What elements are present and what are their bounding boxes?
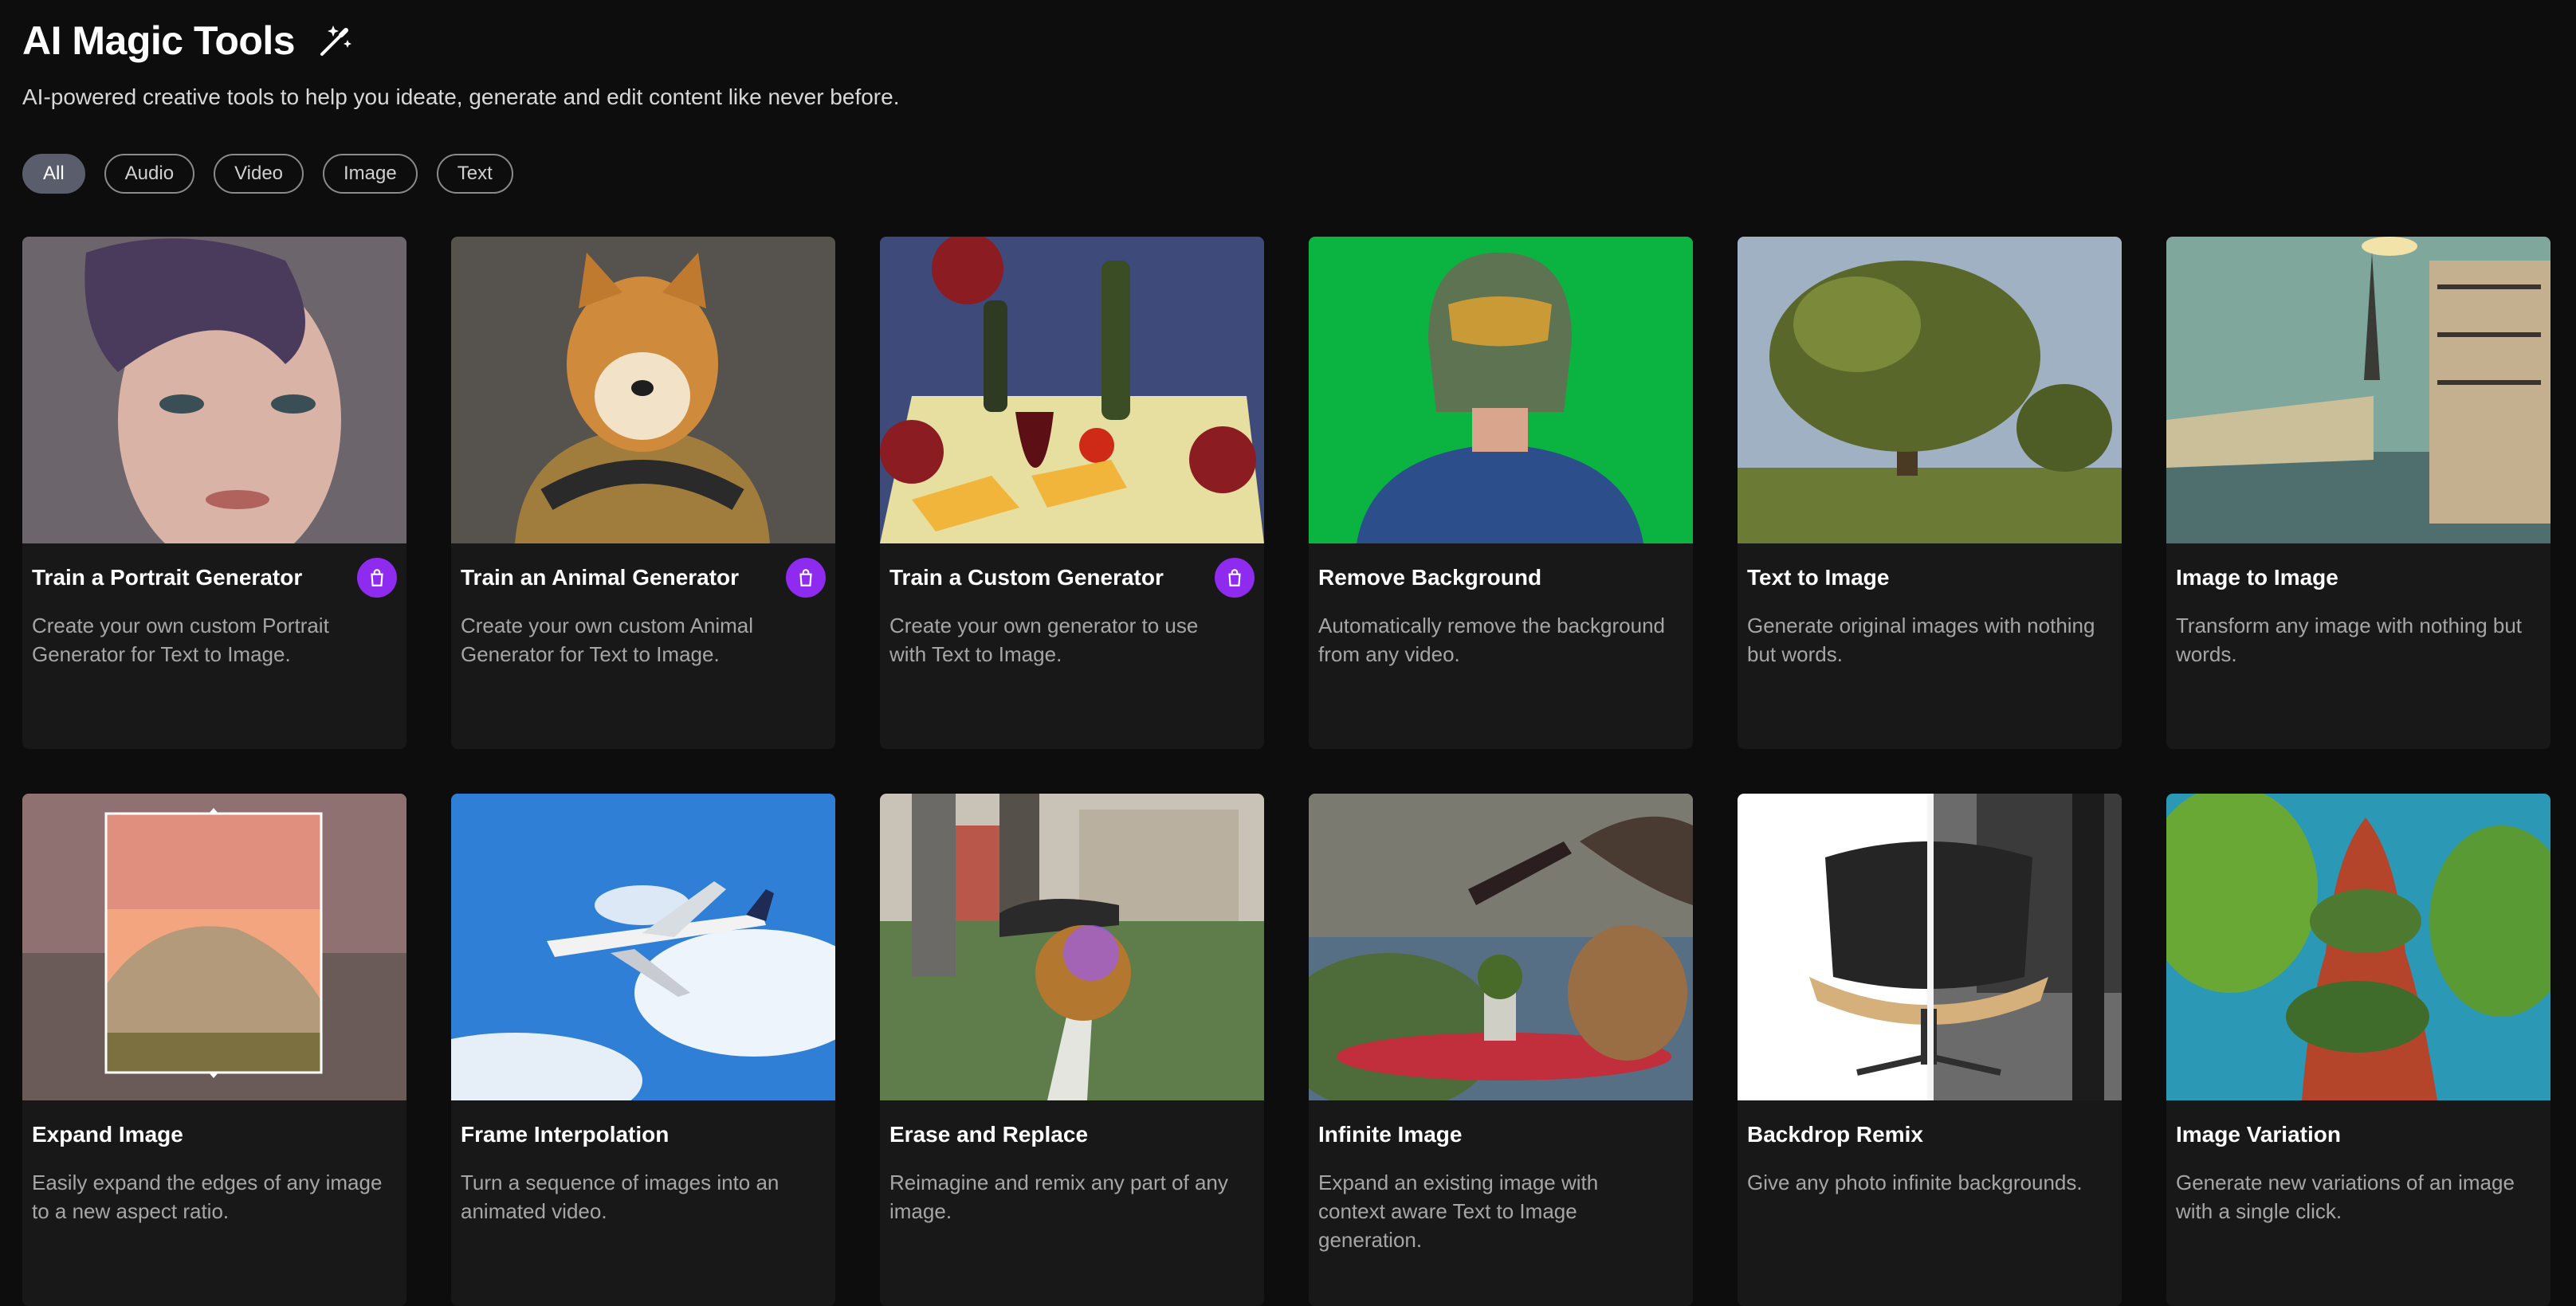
- filter-all[interactable]: All: [22, 154, 85, 194]
- filter-text[interactable]: Text: [436, 154, 513, 194]
- tool-title: Remove Background: [1318, 565, 1542, 590]
- tool-title: Image to Image: [2176, 565, 2338, 590]
- tool-description: Create your own custom Portrait Generato…: [32, 614, 329, 666]
- tool-thumbnail: [1738, 237, 2122, 543]
- tool-card-expand-image[interactable]: Expand Image Easily expand the edges of …: [22, 794, 406, 1306]
- tool-title: Image Variation: [2176, 1122, 2341, 1147]
- tool-card-animal-generator[interactable]: Train an Animal Generator Create your ow…: [451, 237, 835, 749]
- tool-thumbnail: [1309, 794, 1693, 1100]
- tool-description: Generate original images with nothing bu…: [1747, 614, 2095, 666]
- tool-title: Text to Image: [1747, 565, 1890, 590]
- page-subtitle: AI-powered creative tools to help you id…: [22, 84, 900, 109]
- page-title: AI Magic Tools: [22, 18, 296, 63]
- tool-card-erase-and-replace[interactable]: Erase and Replace Reimagine and remix an…: [880, 794, 1264, 1306]
- tool-card-custom-generator[interactable]: Train a Custom Generator Create your own…: [880, 237, 1264, 749]
- filter-bar: All Audio Video Image Text: [22, 154, 513, 194]
- shopping-bag-icon: [1215, 558, 1255, 598]
- tool-description: Reimagine and remix any part of any imag…: [889, 1171, 1228, 1223]
- tool-description: Transform any image with nothing but wor…: [2176, 614, 2523, 666]
- tool-thumbnail: [22, 237, 406, 543]
- tool-description: Automatically remove the background from…: [1318, 614, 1666, 666]
- filter-image[interactable]: Image: [323, 154, 418, 194]
- tool-thumbnail: [880, 237, 1264, 543]
- tool-title: Train an Animal Generator: [461, 565, 740, 590]
- tool-thumbnail: [2166, 237, 2550, 543]
- tool-thumbnail: [1309, 237, 1693, 543]
- tool-card-image-to-image[interactable]: Image to Image Transform any image with …: [2166, 237, 2550, 749]
- tool-card-infinite-image[interactable]: Infinite Image Expand an existing image …: [1309, 794, 1693, 1306]
- tool-description: Easily expand the edges of any image to …: [32, 1171, 383, 1223]
- tool-title: Frame Interpolation: [461, 1122, 670, 1147]
- tool-card-frame-interpolation[interactable]: Frame Interpolation Turn a sequence of i…: [451, 794, 835, 1306]
- tool-card-image-variation[interactable]: Image Variation Generate new variations …: [2166, 794, 2550, 1306]
- tool-card-backdrop-remix[interactable]: Backdrop Remix Give any photo infinite b…: [1738, 794, 2122, 1306]
- tool-thumbnail: [1738, 794, 2122, 1100]
- tool-description: Create your own generator to use with Te…: [889, 614, 1199, 666]
- tool-card-text-to-image[interactable]: Text to Image Generate original images w…: [1738, 237, 2122, 749]
- tool-card-portrait-generator[interactable]: Train a Portrait Generator Create your o…: [22, 237, 406, 749]
- filter-video[interactable]: Video: [214, 154, 304, 194]
- tool-thumbnail: [451, 794, 835, 1100]
- tool-title: Infinite Image: [1318, 1122, 1463, 1147]
- tool-thumbnail: [2166, 794, 2550, 1100]
- tool-card-remove-background[interactable]: Remove Background Automatically remove t…: [1309, 237, 1693, 749]
- tool-description: Generate new variations of an image with…: [2176, 1171, 2515, 1223]
- shopping-bag-icon: [786, 558, 826, 598]
- tool-description: Create your own custom Animal Generator …: [461, 614, 754, 666]
- shopping-bag-icon: [357, 558, 397, 598]
- tool-thumbnail: [451, 237, 835, 543]
- tool-thumbnail: [880, 794, 1264, 1100]
- tool-description: Turn a sequence of images into an animat…: [461, 1171, 779, 1223]
- tool-description: Give any photo infinite backgrounds.: [1747, 1171, 2083, 1194]
- filter-audio[interactable]: Audio: [104, 154, 195, 194]
- tool-title: Train a Custom Generator: [889, 565, 1164, 590]
- tool-title: Expand Image: [32, 1122, 183, 1147]
- tool-thumbnail: [22, 794, 406, 1100]
- tool-description: Expand an existing image with context aw…: [1318, 1171, 1599, 1252]
- magic-wand-icon: [317, 22, 354, 59]
- tool-title: Erase and Replace: [889, 1122, 1089, 1147]
- tool-title: Train a Portrait Generator: [32, 565, 303, 590]
- page-header: AI Magic Tools AI-powered creative tools…: [22, 18, 899, 110]
- tool-title: Backdrop Remix: [1747, 1122, 1923, 1147]
